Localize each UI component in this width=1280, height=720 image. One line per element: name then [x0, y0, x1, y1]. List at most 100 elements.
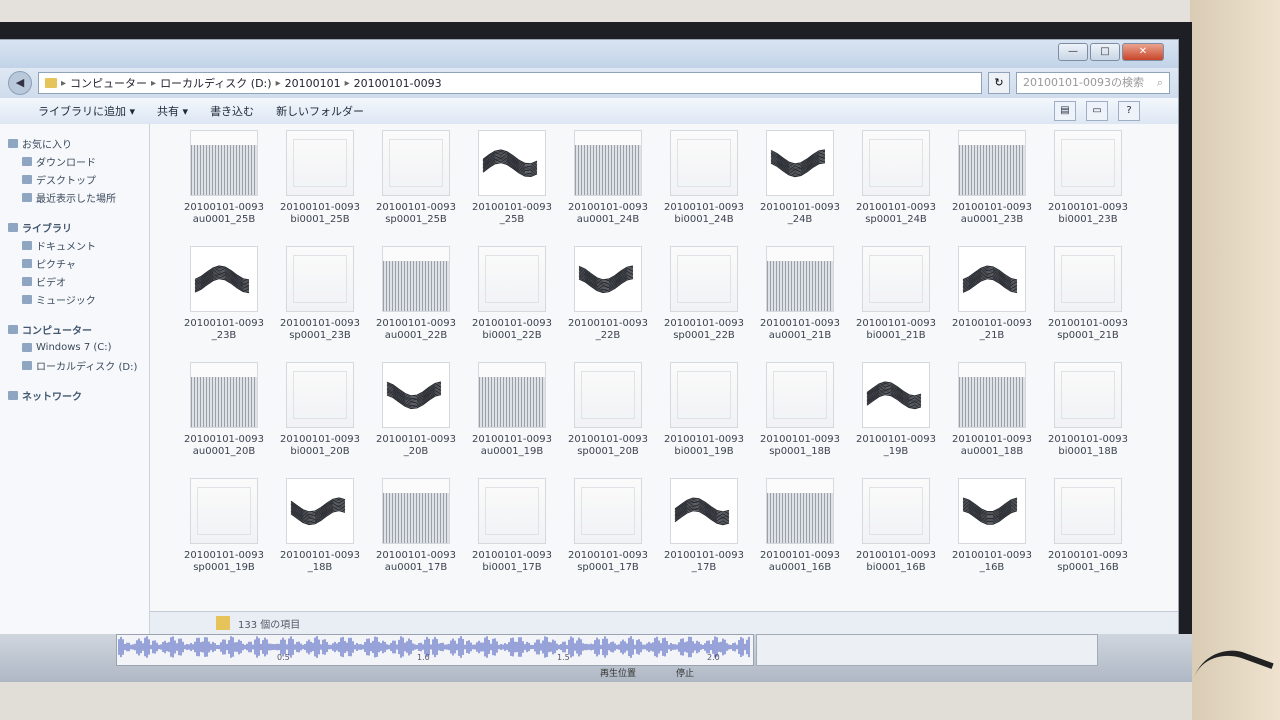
file-item[interactable]: 20100101-0093 au0001_23B	[944, 130, 1040, 240]
nav-downloads-label: ダウンロード	[36, 157, 96, 169]
nav-desktop[interactable]: デスクトップ	[8, 170, 149, 188]
file-item[interactable]: 20100101-0093 _21B	[944, 246, 1040, 356]
refresh-button[interactable]: ↻	[988, 72, 1010, 94]
nav-documents[interactable]: ドキュメント	[8, 236, 149, 254]
secondary-panel	[756, 634, 1098, 666]
file-item[interactable]: 20100101-0093 sp0001_24B	[848, 130, 944, 240]
breadcrumb-subfolder[interactable]: 20100101-0093	[354, 77, 442, 90]
file-name: 20100101-0093 bi0001_21B	[856, 318, 936, 341]
view-controls: ▤ ▭ ?	[1054, 101, 1140, 121]
nav-favorites[interactable]: お気に入り	[8, 134, 149, 152]
file-item[interactable]: 20100101-0093 _24B	[752, 130, 848, 240]
audio-waveform-panel[interactable]: 0.5 1.0 1.5 2.0	[116, 634, 754, 666]
file-item[interactable]: 20100101-0093 sp0001_19B	[176, 478, 272, 588]
file-item[interactable]: 20100101-0093 sp0001_25B	[368, 130, 464, 240]
file-item[interactable]: 20100101-0093 au0001_25B	[176, 130, 272, 240]
nav-documents-label: ドキュメント	[36, 241, 96, 253]
close-button[interactable]: ✕	[1122, 43, 1164, 61]
file-item[interactable]: 20100101-0093 au0001_16B	[752, 478, 848, 588]
search-input[interactable]: 20100101-0093の検索 ⌕	[1016, 72, 1170, 94]
new-folder-button[interactable]: 新しいフォルダー	[276, 103, 364, 119]
file-item[interactable]: 20100101-0093 au0001_21B	[752, 246, 848, 356]
nav-network[interactable]: ネットワーク	[8, 386, 149, 404]
back-button[interactable]: ◀	[8, 71, 32, 95]
file-item[interactable]: 20100101-0093 au0001_22B	[368, 246, 464, 356]
file-item[interactable]: 20100101-0093 sp0001_17B	[560, 478, 656, 588]
file-name: 20100101-0093 _19B	[856, 434, 936, 457]
file-name: 20100101-0093 au0001_22B	[376, 318, 456, 341]
breadcrumb-computer[interactable]: コンピューター	[70, 75, 147, 91]
file-item[interactable]: 20100101-0093 _18B	[272, 478, 368, 588]
file-item[interactable]: 20100101-0093 au0001_19B	[464, 362, 560, 472]
file-item[interactable]: 20100101-0093 _22B	[560, 246, 656, 356]
file-name: 20100101-0093 au0001_18B	[952, 434, 1032, 457]
file-thumbnail	[862, 130, 930, 196]
minimize-button[interactable]: —	[1058, 43, 1088, 61]
file-item[interactable]: 20100101-0093 _17B	[656, 478, 752, 588]
file-item[interactable]: 20100101-0093 sp0001_23B	[272, 246, 368, 356]
file-item[interactable]: 20100101-0093 bi0001_18B	[1040, 362, 1136, 472]
preview-pane-button[interactable]: ▭	[1086, 101, 1108, 121]
burn-button[interactable]: 書き込む	[210, 103, 254, 119]
file-thumbnail	[958, 362, 1026, 428]
file-grid: 20100101-0093 au0001_25B 20100101-0093 bi…	[176, 130, 1136, 588]
file-thumbnail	[1054, 246, 1122, 312]
nav-drive-c[interactable]: Windows 7 (C:)	[8, 338, 149, 356]
file-item[interactable]: 20100101-0093 sp0001_18B	[752, 362, 848, 472]
maximize-button[interactable]: □	[1090, 43, 1120, 61]
file-item[interactable]: 20100101-0093 _25B	[464, 130, 560, 240]
file-item[interactable]: 20100101-0093 sp0001_22B	[656, 246, 752, 356]
breadcrumb-folder[interactable]: 20100101	[285, 77, 341, 90]
file-item[interactable]: 20100101-0093 _20B	[368, 362, 464, 472]
nav-videos[interactable]: ビデオ	[8, 272, 149, 290]
file-item[interactable]: 20100101-0093 au0001_20B	[176, 362, 272, 472]
file-item[interactable]: 20100101-0093 bi0001_21B	[848, 246, 944, 356]
share-button[interactable]: 共有 ▾	[157, 103, 188, 119]
file-thumbnail	[478, 246, 546, 312]
file-item[interactable]: 20100101-0093 sp0001_20B	[560, 362, 656, 472]
chevron-right-icon: ▸	[275, 77, 281, 89]
file-item[interactable]: 20100101-0093 bi0001_20B	[272, 362, 368, 472]
download-icon	[22, 156, 32, 166]
file-item[interactable]: 20100101-0093 au0001_17B	[368, 478, 464, 588]
breadcrumb-drive[interactable]: ローカルディスク (D:)	[160, 75, 272, 91]
file-item[interactable]: 20100101-0093 bi0001_24B	[656, 130, 752, 240]
file-item[interactable]: 20100101-0093 au0001_24B	[560, 130, 656, 240]
file-name: 20100101-0093 bi0001_22B	[472, 318, 552, 341]
file-item[interactable]: 20100101-0093 _19B	[848, 362, 944, 472]
file-thumbnail	[382, 478, 450, 544]
file-item[interactable]: 20100101-0093 bi0001_19B	[656, 362, 752, 472]
recent-places-icon	[22, 192, 32, 202]
nav-libraries[interactable]: ライブラリ	[8, 218, 149, 236]
file-item[interactable]: 20100101-0093 bi0001_17B	[464, 478, 560, 588]
nav-drive-d[interactable]: ローカルディスク (D:)	[8, 356, 149, 374]
file-thumbnail	[766, 478, 834, 544]
navigation-pane: お気に入り ダウンロード デスクトップ 最近表示した場所 ライブラリ ドキュメン…	[0, 124, 150, 634]
file-name: 20100101-0093 au0001_19B	[472, 434, 552, 457]
file-item[interactable]: 20100101-0093 bi0001_22B	[464, 246, 560, 356]
file-name: 20100101-0093 _17B	[664, 550, 744, 573]
nav-downloads[interactable]: ダウンロード	[8, 152, 149, 170]
file-item[interactable]: 20100101-0093 sp0001_21B	[1040, 246, 1136, 356]
file-item[interactable]: 20100101-0093 sp0001_16B	[1040, 478, 1136, 588]
nav-music[interactable]: ミュージック	[8, 290, 149, 308]
nav-recent[interactable]: 最近表示した場所	[8, 188, 149, 206]
nav-computer[interactable]: コンピューター	[8, 320, 149, 338]
file-thumbnail	[766, 130, 834, 196]
folder-icon	[45, 78, 57, 88]
file-item[interactable]: 20100101-0093 bi0001_25B	[272, 130, 368, 240]
file-item[interactable]: 20100101-0093 _16B	[944, 478, 1040, 588]
file-item[interactable]: 20100101-0093 bi0001_23B	[1040, 130, 1136, 240]
file-item[interactable]: 20100101-0093 bi0001_16B	[848, 478, 944, 588]
view-options-button[interactable]: ▤	[1054, 101, 1076, 121]
file-thumbnail	[286, 246, 354, 312]
help-icon[interactable]: ?	[1118, 101, 1140, 121]
add-to-library-button[interactable]: ライブラリに追加 ▾	[38, 103, 135, 119]
file-item[interactable]: 20100101-0093 au0001_18B	[944, 362, 1040, 472]
file-view: 20100101-0093 au0001_25B 20100101-0093 bi…	[150, 124, 1178, 634]
address-bar[interactable]: ▸ コンピューター ▸ ローカルディスク (D:) ▸ 20100101 ▸ 2…	[38, 72, 982, 94]
file-thumbnail	[382, 246, 450, 312]
nav-pictures[interactable]: ピクチャ	[8, 254, 149, 272]
file-name: 20100101-0093 sp0001_25B	[376, 202, 456, 225]
file-item[interactable]: 20100101-0093 _23B	[176, 246, 272, 356]
